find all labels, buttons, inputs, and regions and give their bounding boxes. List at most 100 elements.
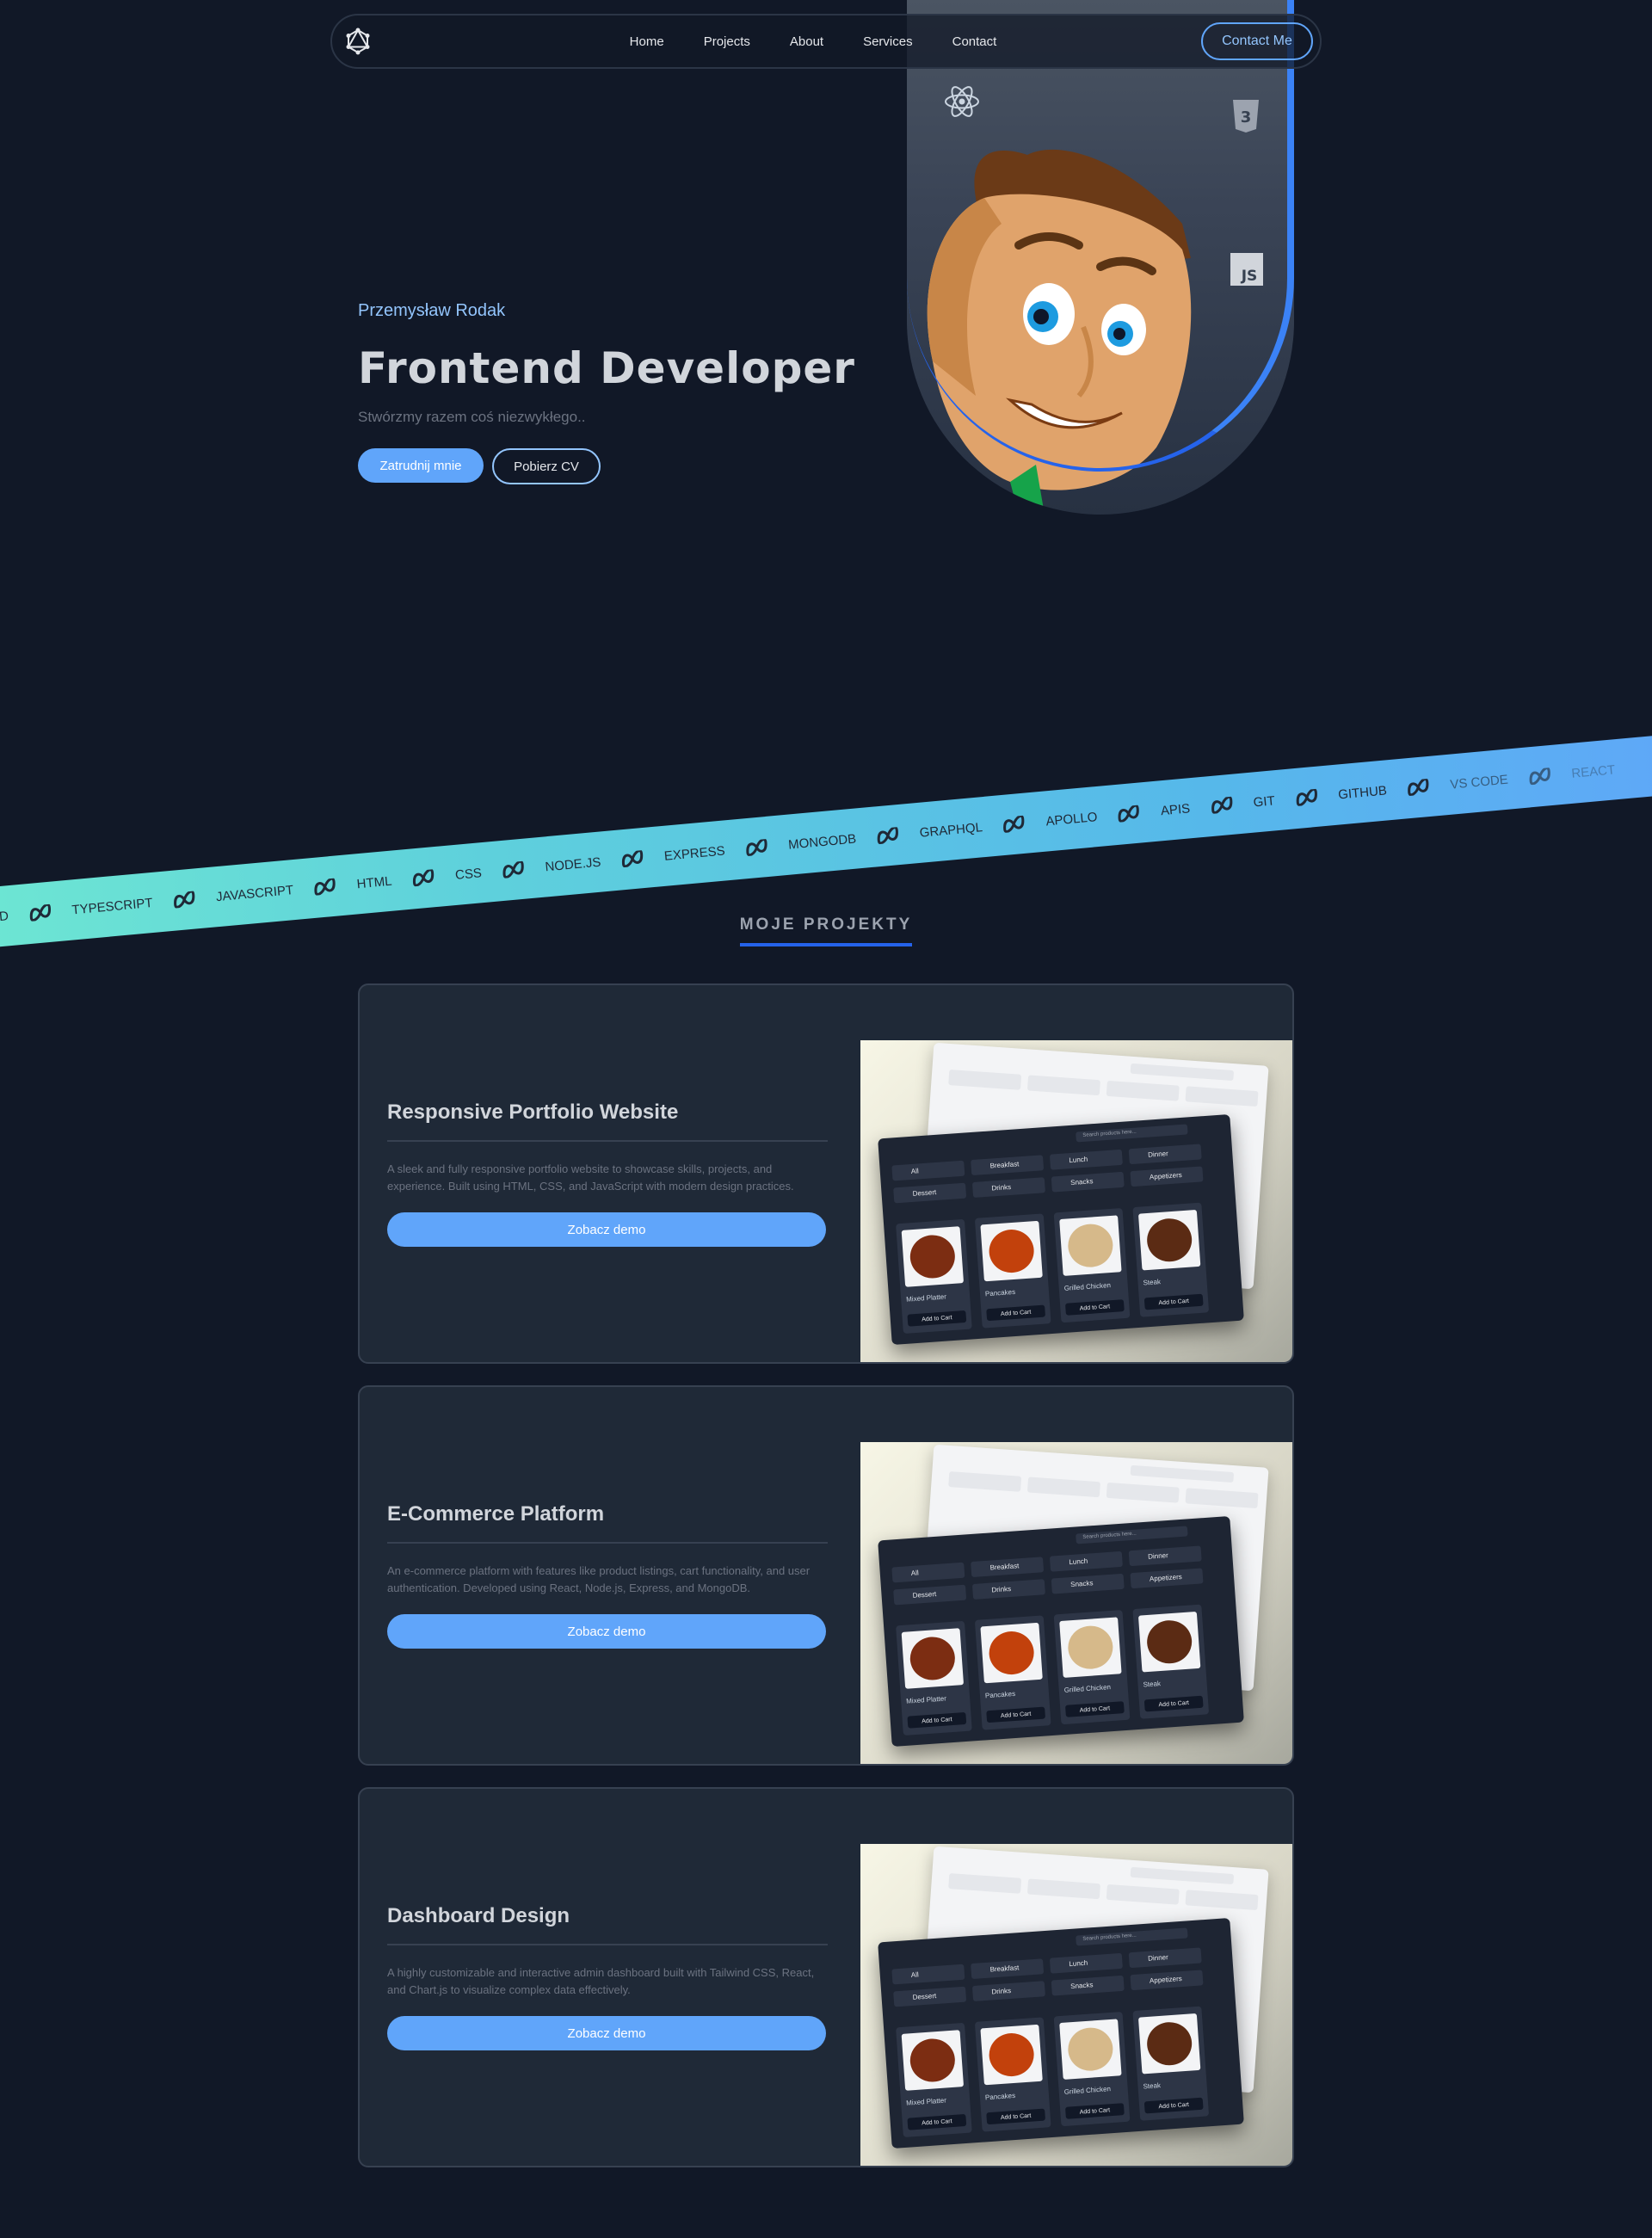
dish-card: Grilled Chicken Add to Cart bbox=[1053, 1609, 1131, 1725]
search-bar: Search products here... bbox=[1076, 1927, 1188, 1946]
dish-name: Steak bbox=[1143, 2081, 1162, 2091]
ribbon-item: GRAPHQL bbox=[919, 815, 1027, 841]
hero-subtitle: Stwórzmy razem coś niezwykłego.. bbox=[358, 409, 586, 425]
category-chip bbox=[1185, 1086, 1259, 1107]
ribbon-item-label: NODE.JS bbox=[544, 854, 602, 874]
dish-card: Steak Add to Cart bbox=[1132, 1202, 1210, 1317]
ribbon-item: VS CODE bbox=[1449, 767, 1554, 792]
view-demo-button[interactable]: Zobacz demo bbox=[387, 2016, 826, 2050]
view-demo-button[interactable]: Zobacz demo bbox=[387, 1614, 826, 1649]
contact-me-button[interactable]: Contact Me bbox=[1201, 22, 1313, 60]
view-demo-button[interactable]: Zobacz demo bbox=[387, 1212, 826, 1247]
category-label: Drinks bbox=[991, 1584, 1012, 1594]
meta-infinity-icon bbox=[877, 826, 898, 845]
meta-infinity-icon bbox=[174, 891, 195, 909]
category-chip bbox=[1106, 1883, 1180, 1905]
category-chip: Dinner bbox=[1128, 1545, 1202, 1567]
category-chip bbox=[948, 1070, 1022, 1090]
svg-text:3: 3 bbox=[1241, 108, 1252, 126]
top-navbar: Home Projects About Services Contact Con… bbox=[330, 14, 1322, 69]
category-chip: Drinks bbox=[971, 1981, 1045, 2002]
projects-heading-text: MOJE PROJEKTY bbox=[739, 916, 913, 946]
add-to-cart-button: Add to Cart bbox=[986, 1706, 1046, 1723]
projects-heading: MOJE PROJEKTY bbox=[0, 916, 1652, 946]
ribbon-item-label: VS CODE bbox=[1449, 772, 1509, 792]
category-label: Dessert bbox=[912, 1188, 937, 1198]
dish-card: Grilled Chicken Add to Cart bbox=[1053, 2011, 1131, 2127]
add-to-cart-button: Add to Cart bbox=[986, 1304, 1046, 1322]
category-chip: Breakfast bbox=[971, 1557, 1045, 1578]
ribbon-item-label: GITHUB bbox=[1337, 782, 1388, 803]
category-chip: Lunch bbox=[1049, 1149, 1123, 1170]
category-label: Dessert bbox=[912, 1590, 937, 1600]
project-card-text: Responsive Portfolio Website A sleek and… bbox=[387, 985, 828, 1362]
add-to-cart-button: Add to Cart bbox=[1065, 1701, 1125, 1717]
nav-links: Home Projects About Services Contact bbox=[332, 15, 1320, 67]
category-label: All bbox=[910, 1569, 920, 1577]
ribbon-item: HTML bbox=[356, 868, 437, 891]
dish-card: Grilled Chicken Add to Cart bbox=[1053, 1207, 1131, 1323]
css3-icon: 3 bbox=[1230, 98, 1261, 139]
category-chip bbox=[1106, 1080, 1180, 1101]
category-chip: All bbox=[891, 1160, 965, 1181]
ribbon-item: CSS bbox=[454, 860, 527, 882]
category-label: Appetizers bbox=[1149, 1975, 1183, 1985]
dish-card: Pancakes Add to Cart bbox=[974, 1615, 1051, 1730]
add-to-cart-button: Add to Cart bbox=[1065, 1299, 1125, 1316]
ribbon-item-label: GIT bbox=[1252, 792, 1276, 810]
category-label: All bbox=[910, 1167, 920, 1175]
category-chip bbox=[1026, 1075, 1100, 1096]
category-chip: Appetizers bbox=[1130, 1970, 1204, 1991]
hero-section: Przemysław Rodak Frontend Developer Stwó… bbox=[358, 301, 855, 484]
dish-card: Mixed Platter Add to Cart bbox=[896, 2022, 972, 2138]
meta-infinity-icon bbox=[1003, 815, 1025, 833]
nav-contact[interactable]: Contact bbox=[952, 34, 997, 49]
add-to-cart-button: Add to Cart bbox=[907, 1310, 967, 1327]
add-to-cart-button: Add to Cart bbox=[1143, 1695, 1204, 1712]
meta-infinity-icon bbox=[1529, 767, 1550, 786]
ribbon-item-label: CSS bbox=[454, 865, 483, 883]
nav-home[interactable]: Home bbox=[630, 34, 664, 49]
category-label: Lunch bbox=[1069, 1155, 1088, 1165]
meta-infinity-icon bbox=[1211, 796, 1232, 814]
meta-infinity-icon bbox=[1296, 788, 1317, 807]
nav-services[interactable]: Services bbox=[863, 34, 913, 49]
search-bar: Search products here... bbox=[1076, 1526, 1188, 1544]
dish-card: Mixed Platter Add to Cart bbox=[896, 1218, 972, 1335]
project-screenshot: Search products here... All Breakfast Lunc… bbox=[860, 1844, 1292, 2166]
category-chip bbox=[948, 1471, 1022, 1492]
dish-card: Steak Add to Cart bbox=[1132, 1604, 1210, 1719]
react-icon bbox=[943, 83, 981, 125]
category-chip: Dessert bbox=[893, 1986, 967, 2007]
hire-me-button[interactable]: Zatrudnij mnie bbox=[358, 448, 484, 483]
category-label: Breakfast bbox=[989, 1964, 1020, 1974]
category-label: Drinks bbox=[991, 1182, 1012, 1193]
search-bar bbox=[1130, 1866, 1235, 1885]
category-label: Dinner bbox=[1147, 1150, 1169, 1159]
ribbon-item: GITHUB bbox=[1337, 778, 1433, 803]
add-to-cart-button: Add to Cart bbox=[1143, 2097, 1204, 2114]
dish-card: Mixed Platter Add to Cart bbox=[896, 1620, 972, 1736]
ribbon-item-label: TYPESCRIPT bbox=[71, 895, 154, 917]
category-label: Snacks bbox=[1069, 1177, 1094, 1187]
search-bar bbox=[1130, 1464, 1235, 1483]
dark-theme-window: Search products here... All Breakfast Lunc… bbox=[878, 1515, 1244, 1748]
ribbon-item-label: APOLLO bbox=[1045, 809, 1099, 829]
dish-name: Pancakes bbox=[984, 2091, 1016, 2102]
dish-name: Steak bbox=[1143, 1278, 1162, 1287]
nav-projects[interactable]: Projects bbox=[704, 34, 750, 49]
add-to-cart-button: Add to Cart bbox=[986, 2108, 1046, 2125]
category-chip: Appetizers bbox=[1130, 1568, 1204, 1589]
meta-infinity-icon bbox=[622, 849, 644, 868]
category-label: Appetizers bbox=[1149, 1171, 1183, 1181]
category-chip: Breakfast bbox=[971, 1958, 1045, 1980]
search-placeholder: Search products here... bbox=[1082, 1531, 1137, 1540]
download-cv-button[interactable]: Pobierz CV bbox=[492, 448, 601, 484]
nav-about[interactable]: About bbox=[790, 34, 823, 49]
dish-name: Steak bbox=[1143, 1680, 1162, 1689]
category-chip bbox=[1185, 1488, 1259, 1509]
ribbon-item: APIS bbox=[1160, 796, 1235, 819]
project-card-text: Dashboard Design A highly customizable a… bbox=[387, 1789, 828, 2166]
project-card: Dashboard Design A highly customizable a… bbox=[358, 1787, 1294, 2167]
category-chip: Lunch bbox=[1049, 1952, 1123, 1974]
